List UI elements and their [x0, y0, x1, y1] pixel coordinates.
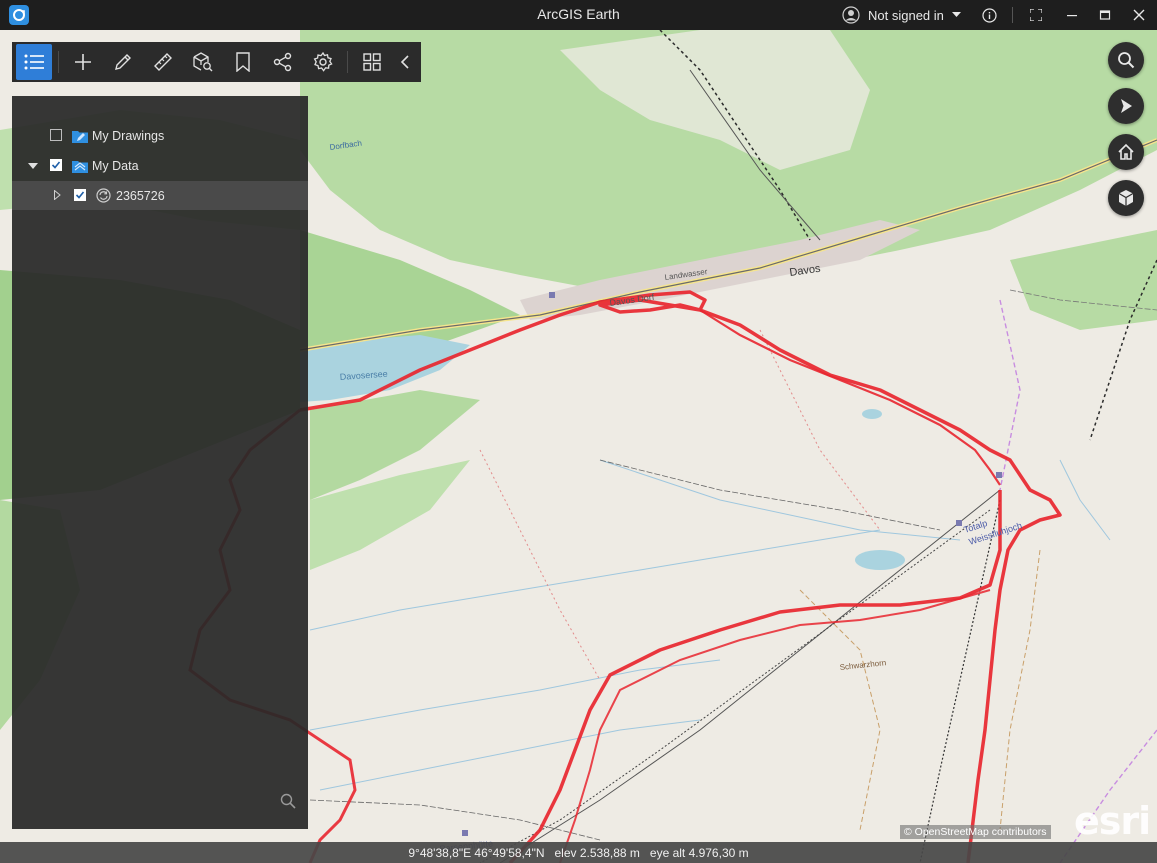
- layer-label-my-drawings: My Drawings: [92, 128, 165, 143]
- add-icon: [75, 54, 91, 70]
- expand-down-icon[interactable]: [28, 161, 38, 171]
- home-button[interactable]: [1108, 134, 1144, 170]
- account-label: Not signed in: [868, 7, 944, 23]
- measure-button[interactable]: [145, 44, 181, 80]
- layers-panel: My Drawings My Data 2365726: [12, 96, 308, 829]
- share-icon: [273, 52, 292, 72]
- chevron-down-icon: [951, 12, 961, 17]
- grid-icon: [363, 53, 381, 71]
- app-logo-icon: [9, 5, 29, 25]
- map-attribution[interactable]: © OpenStreetMap contributors: [900, 825, 1051, 839]
- title-bar: ArcGIS Earth Not signed in: [0, 0, 1157, 30]
- elevation-readout: elev 2.538,88 m: [554, 845, 640, 860]
- fullscreen-icon[interactable]: [1027, 6, 1045, 24]
- apps-button[interactable]: [354, 44, 390, 80]
- settings-icon: [313, 52, 333, 72]
- draw-button[interactable]: [105, 44, 141, 80]
- map-search-button[interactable]: [1108, 42, 1144, 78]
- bookmark-button[interactable]: [225, 44, 261, 80]
- settings-button[interactable]: [305, 44, 341, 80]
- layer-item-my-drawings[interactable]: My Drawings: [12, 121, 308, 150]
- layer-label-my-data: My Data: [92, 158, 139, 173]
- collapse-toolbar-button[interactable]: [394, 44, 416, 80]
- avatar-icon: [842, 6, 860, 24]
- layer-item-2365726[interactable]: 2365726: [12, 181, 308, 210]
- analysis-button[interactable]: [185, 44, 221, 80]
- layers-button[interactable]: [16, 44, 52, 80]
- share-button[interactable]: [265, 44, 301, 80]
- layer-checkbox-my-data[interactable]: [50, 159, 62, 171]
- basemap-icon: [1118, 190, 1134, 206]
- expand-right-icon[interactable]: [52, 190, 62, 200]
- folder-data-icon: [72, 161, 88, 173]
- basemap-button[interactable]: [1108, 180, 1144, 216]
- compass-button[interactable]: [1108, 88, 1144, 124]
- layers-icon: [24, 54, 44, 70]
- compass-icon: [1121, 99, 1132, 113]
- minimize-icon[interactable]: [1063, 6, 1081, 24]
- layer-checkbox-2365726[interactable]: [74, 189, 86, 201]
- main-toolbar: [12, 42, 421, 82]
- layer-item-my-data[interactable]: My Data: [12, 151, 308, 180]
- home-icon: [1118, 143, 1134, 160]
- maximize-icon[interactable]: [1096, 6, 1114, 24]
- add-button[interactable]: [65, 44, 101, 80]
- search-icon[interactable]: [280, 793, 296, 809]
- analysis-icon: [193, 52, 213, 72]
- folder-drawings-icon: [72, 131, 88, 143]
- account-menu[interactable]: Not signed in: [842, 5, 961, 25]
- layer-label-2365726: 2365726: [116, 188, 165, 203]
- bookmark-icon: [236, 52, 250, 72]
- eye-altitude-readout: eye alt 4.976,30 m: [649, 845, 749, 860]
- chevron-left-icon: [400, 55, 409, 69]
- layer-checkbox-my-drawings[interactable]: [50, 129, 62, 141]
- info-icon[interactable]: [980, 6, 998, 24]
- search-icon: [1118, 52, 1135, 69]
- esri-logo: esri: [1074, 799, 1151, 843]
- sync-layer-icon: [96, 188, 111, 203]
- draw-icon: [115, 54, 131, 70]
- close-icon[interactable]: [1130, 6, 1148, 24]
- status-bar: 9°48'38,8"E 46°49'58,4"N elev 2.538,88 m…: [0, 842, 1157, 863]
- measure-icon: [154, 53, 172, 71]
- coordinates-readout: 9°48'38,8"E 46°49'58,4"N: [408, 845, 545, 860]
